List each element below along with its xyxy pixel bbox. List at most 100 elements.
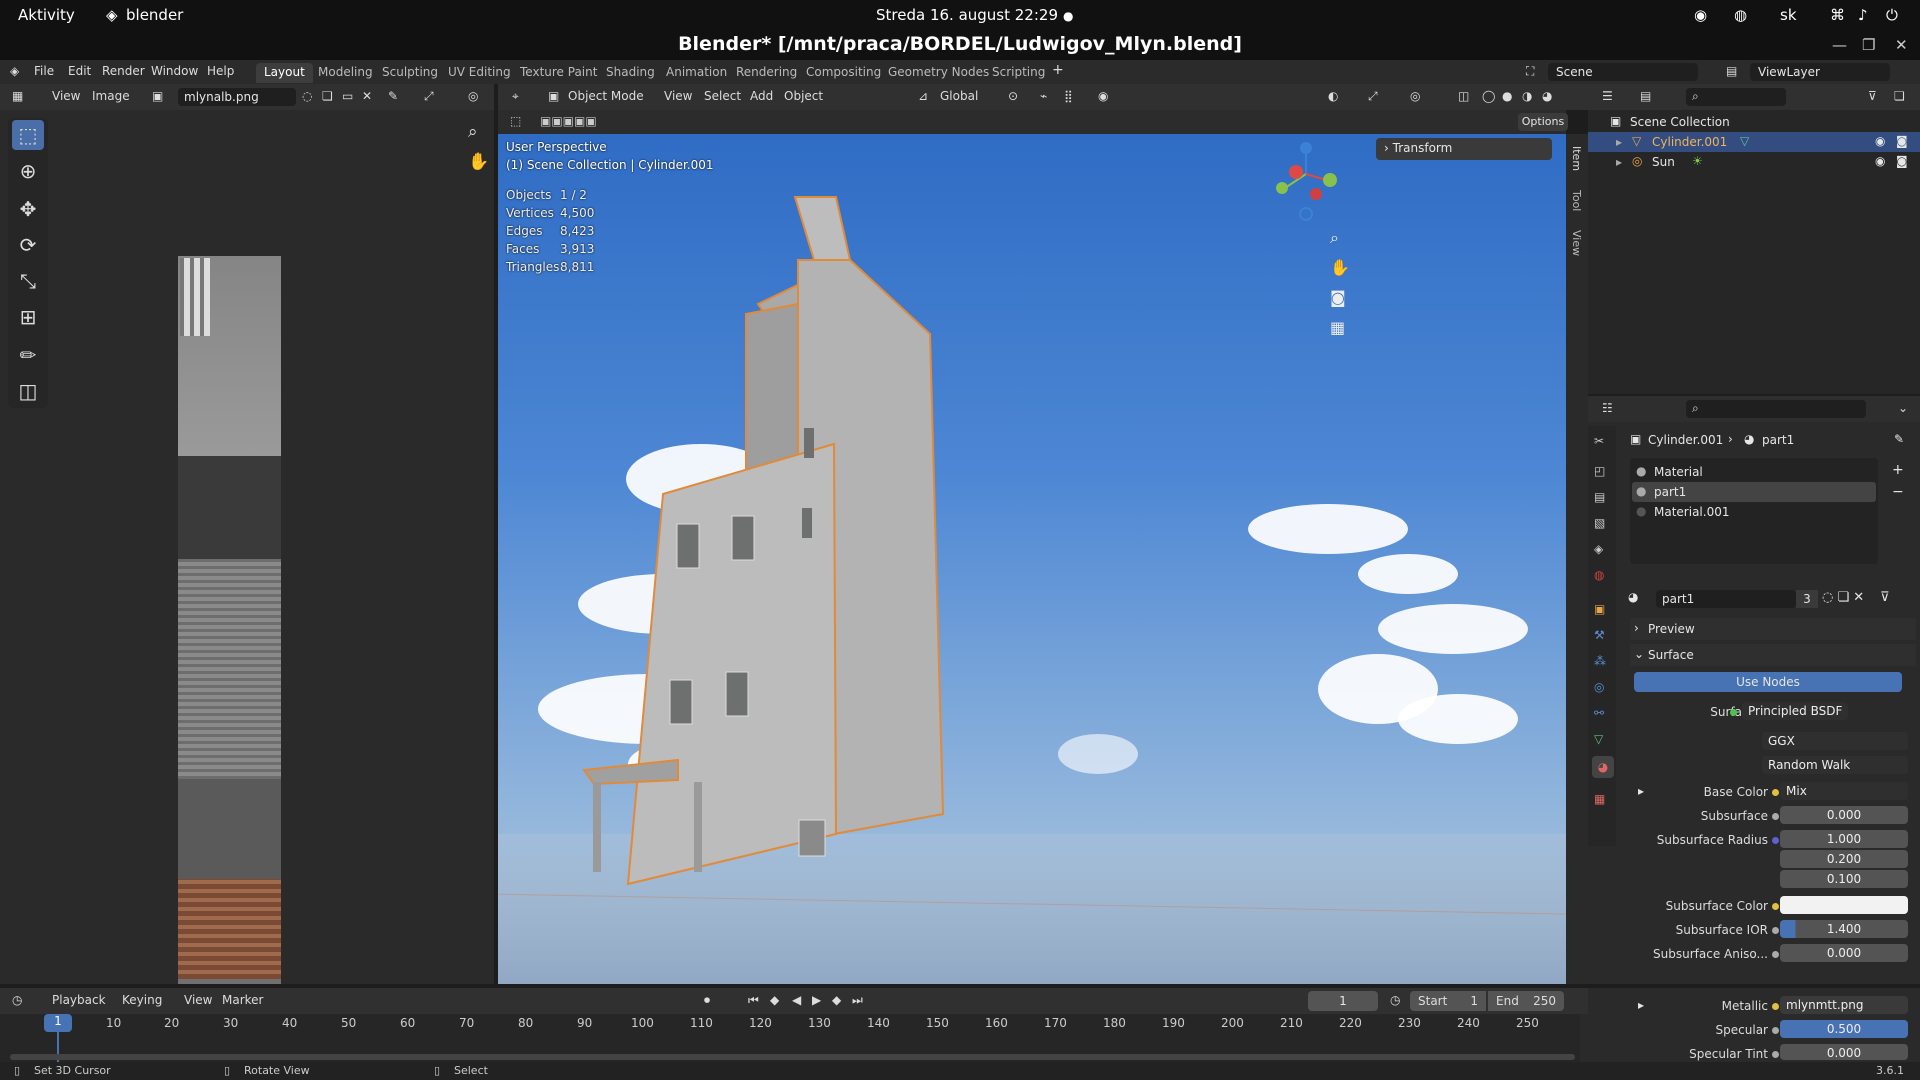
image-name-field[interactable]: mlynalb.png	[178, 88, 296, 106]
menu-render[interactable]: Render	[102, 64, 145, 78]
metallic-texture-field[interactable]: mlynmtt.png	[1780, 996, 1908, 1014]
base-color-field[interactable]: Mix	[1780, 782, 1908, 800]
list-item[interactable]: ▣ Scene Collection	[1588, 112, 1920, 132]
jump-start-icon[interactable]: ⏮	[748, 993, 759, 1008]
tab-tool[interactable]: Tool	[1570, 190, 1583, 211]
gizmo-icon[interactable]: ⤢	[1368, 89, 1378, 104]
subsurface-aniso-field[interactable]: 0.000	[1780, 944, 1908, 962]
keying-menu[interactable]: Keying	[122, 993, 162, 1007]
add-slot-icon[interactable]: +	[1892, 462, 1904, 478]
tab-uv-editing[interactable]: UV Editing	[440, 63, 519, 83]
activities-button[interactable]: Aktivity	[18, 6, 75, 24]
mill-model[interactable]	[498, 134, 1566, 984]
use-nodes-button[interactable]: Use Nodes	[1634, 672, 1902, 692]
proportional-edit-icon[interactable]: ◉	[1098, 89, 1108, 103]
zoom-icon[interactable]: ⌕	[468, 122, 478, 142]
subsurface-radius-z[interactable]: 0.100	[1780, 870, 1908, 888]
wireframe-shading-icon[interactable]: ◯	[1482, 89, 1495, 103]
physics-tab-icon[interactable]: ◎	[1594, 680, 1604, 694]
object-tab-icon[interactable]: ▣	[1594, 602, 1605, 616]
surface-panel-toggle[interactable]: ⌄ Surface	[1630, 644, 1916, 666]
select-mode-icons[interactable]: ▣▣▣▣▣	[540, 114, 597, 128]
chevron-down-icon[interactable]: ⌄	[1898, 401, 1908, 415]
expand-icon[interactable]: ▸	[1638, 998, 1644, 1012]
ortho-toggle-icon[interactable]: ▦	[1330, 318, 1345, 337]
subsurface-field[interactable]: 0.000	[1780, 806, 1908, 824]
material-name-field[interactable]: part1	[1656, 590, 1796, 608]
fake-user-icon[interactable]: ◌ ❏ ✕	[1822, 590, 1864, 605]
outliner-search-input[interactable]: ⌕	[1686, 88, 1786, 106]
clock[interactable]: Streda 16. august 22:29	[876, 6, 1058, 24]
tab-view[interactable]: View	[1570, 230, 1583, 256]
menu-object[interactable]: Object	[784, 89, 823, 103]
open-image-icon[interactable]: ▭	[342, 89, 353, 103]
pan-hand-icon[interactable]: ✋	[1330, 258, 1350, 277]
unlink-image-icon[interactable]: ✕	[362, 89, 372, 103]
navigation-gizmo[interactable]	[1268, 134, 1338, 224]
power-icon[interactable]: ⏻	[1886, 6, 1898, 24]
play-reverse-icon[interactable]: ◀	[792, 993, 801, 1007]
particles-tab-icon[interactable]: ⁂	[1594, 654, 1606, 668]
preview-panel-toggle[interactable]: › Preview	[1630, 618, 1916, 640]
pin-icon[interactable]: ✎	[388, 89, 398, 103]
xray-icon[interactable]: ◫	[1458, 89, 1469, 103]
maximize-icon[interactable]: ❐	[1862, 36, 1875, 54]
start-frame-field[interactable]: Start 1	[1410, 991, 1486, 1011]
zoom-icon[interactable]: ⌕	[1330, 228, 1339, 248]
tab-texture-paint[interactable]: Texture Paint	[512, 63, 605, 83]
tab-animation[interactable]: Animation	[658, 63, 735, 83]
editor-type-icon[interactable]: ☷	[1602, 401, 1613, 415]
volume-icon[interactable]: ♪	[1858, 6, 1868, 24]
tab-layout[interactable]: Layout	[256, 63, 313, 83]
list-item[interactable]: ▸ ◎ Sun ☀ ◉ ◙	[1588, 152, 1920, 172]
keyboard-layout[interactable]: sk	[1780, 6, 1797, 24]
options-dropdown[interactable]: Options	[1518, 113, 1568, 131]
new-collection-icon[interactable]: ❏	[1894, 89, 1905, 103]
output-tab-icon[interactable]: ▤	[1594, 490, 1605, 504]
tab-compositing[interactable]: Compositing	[798, 63, 889, 83]
pivot-icon[interactable]: ⊙	[1008, 89, 1018, 103]
transform-panel-toggle[interactable]: › Transform	[1376, 138, 1552, 160]
editor-type-icon[interactable]: ⌖	[512, 89, 519, 104]
tab-shading[interactable]: Shading	[598, 63, 663, 83]
menu-window[interactable]: Window	[151, 64, 198, 78]
transform-icon[interactable]: ⊞	[12, 302, 44, 332]
image-browse-icon[interactable]: ▣	[152, 89, 163, 103]
menu-view[interactable]: View	[664, 89, 692, 103]
fake-user-icon[interactable]: ◌	[302, 89, 312, 103]
rendered-shading-icon[interactable]: ◕	[1542, 89, 1552, 103]
tool-tab-icon[interactable]: ✂	[1594, 434, 1604, 448]
sample-tool-icon[interactable]: ◫	[12, 376, 44, 406]
steam-icon[interactable]: ◍	[1734, 6, 1747, 24]
transform-orientation-dropdown[interactable]: Global	[940, 89, 978, 103]
tab-geometry-nodes[interactable]: Geometry Nodes	[880, 63, 997, 83]
surface-shader-field[interactable]: Principled BSDF	[1742, 702, 1848, 720]
material-browse-icon[interactable]: ◕	[1628, 590, 1650, 608]
eye-icon[interactable]: ◉	[1875, 134, 1885, 148]
overlay-icon[interactable]: ◎	[1410, 89, 1420, 103]
tab-scripting[interactable]: Scripting	[984, 63, 1053, 83]
subsurface-radius-x[interactable]: 1.000	[1780, 830, 1908, 848]
subsurface-method-dropdown[interactable]: Random Walk	[1762, 756, 1908, 774]
blender-menu-icon[interactable]: ◈	[10, 64, 19, 78]
add-workspace-icon[interactable]: +	[1052, 62, 1064, 78]
list-item[interactable]: ● Material.001	[1630, 502, 1878, 522]
eye-icon[interactable]: ◉	[1875, 154, 1885, 168]
modifier-tab-icon[interactable]: ⚒	[1594, 628, 1605, 642]
render-tab-icon[interactable]: ◰	[1594, 464, 1605, 478]
outliner[interactable]: ☰ ▤ ⌕ ⊽ ❏ ▣ Scene Collection ▸ ▽ Cylinde…	[1588, 84, 1920, 394]
editor-type-icon[interactable]: ◷	[12, 993, 22, 1007]
expand-icon[interactable]: ▸	[1638, 784, 1644, 798]
menu-view[interactable]: View	[184, 993, 212, 1007]
data-tab-icon[interactable]: ▽	[1594, 732, 1603, 746]
menu-help[interactable]: Help	[207, 64, 234, 78]
filter-icon[interactable]: ⊽	[1868, 89, 1877, 103]
clock-icon[interactable]: ◷	[1390, 993, 1400, 1007]
3d-viewport[interactable]: User Perspective (1) Scene Collection | …	[498, 134, 1566, 984]
world-tab-icon[interactable]: ◍	[1594, 568, 1604, 582]
constraints-tab-icon[interactable]: ⚯	[1594, 706, 1604, 720]
user-count[interactable]: 3	[1796, 590, 1818, 608]
editor-type-icon[interactable]: ☰	[1602, 89, 1613, 103]
list-item[interactable]: ● Material	[1630, 462, 1878, 482]
properties-editor[interactable]: ☷ ⌕ ⌄ ▣ Cylinder.001 › ◕ part1 ✎ ● Materi…	[1588, 396, 1920, 984]
